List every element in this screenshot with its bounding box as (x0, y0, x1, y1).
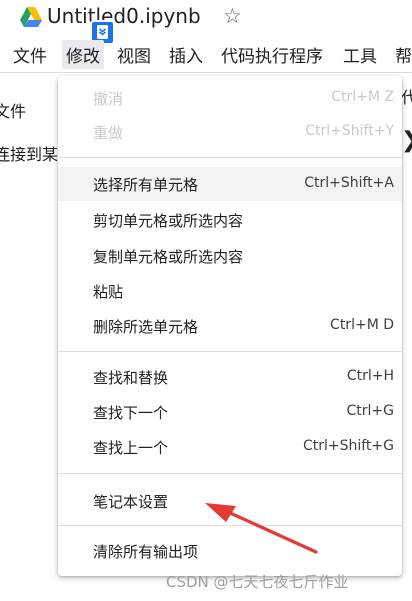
menu-help[interactable]: 帮 (395, 42, 412, 67)
star-icon[interactable]: ☆ (223, 4, 242, 28)
menu-separator (58, 525, 402, 526)
menu-item-label: 剪切单元格或所选内容 (93, 212, 244, 230)
menu-separator (58, 473, 402, 474)
menu-item-find-replace[interactable]: 查找和替换 Ctrl+H (58, 360, 402, 394)
google-drive-logo-icon (20, 7, 42, 27)
menu-separator (58, 351, 402, 352)
menu-item-label: 删除所选单元格 (93, 318, 199, 336)
menu-item-shortcut: Ctrl+M D (330, 317, 394, 333)
menu-item-label: 选择所有单元格 (93, 176, 199, 194)
menu-item-label: 查找下一个 (93, 404, 169, 422)
menu-item-label: 笔记本设置 (93, 493, 169, 511)
menu-item-label: 重做 (93, 124, 124, 142)
edit-dropdown-menu: 撤消 Ctrl+M Z 重做 Ctrl+Shift+Y 选择所有单元格 Ctrl… (58, 76, 402, 576)
background-connect-text: 连接到某 (0, 145, 59, 164)
menu-item-label: 查找和替换 (93, 369, 169, 387)
notebook-title[interactable]: Untitled0.ipynb (47, 4, 201, 28)
menu-view[interactable]: 视图 (117, 42, 151, 67)
menu-item-notebook-settings[interactable]: 笔记本设置 (58, 484, 402, 518)
menu-item-label: 撤消 (93, 90, 124, 108)
background-right-text: 代 (401, 88, 412, 107)
menu-item-shortcut: Ctrl+Shift+Y (305, 123, 394, 139)
menu-edit[interactable]: 修改 (62, 40, 104, 69)
menu-item-label: 粘贴 (93, 283, 124, 301)
menu-item-cut[interactable]: 剪切单元格或所选内容 (58, 203, 402, 237)
menu-item-shortcut: Ctrl+H (346, 368, 394, 384)
menu-bar: 文件 修改 视图 插入 代码执行程序 工具 帮 (0, 38, 412, 70)
menu-item-clear-all-outputs[interactable]: 清除所有输出项 (58, 534, 402, 568)
menu-item-shortcut: Ctrl+G (346, 403, 395, 419)
menubar-divider (0, 72, 412, 73)
menu-item-label: 复制单元格或所选内容 (93, 248, 244, 266)
menu-insert[interactable]: 插入 (169, 42, 203, 67)
menu-item-label: 查找上一个 (93, 439, 169, 457)
menu-tools[interactable]: 工具 (343, 42, 377, 67)
menu-item-shortcut: Ctrl+Shift+A (304, 175, 394, 191)
menu-item-paste[interactable]: 粘贴 (58, 274, 402, 308)
chevron-right-icon[interactable]: ❯ (401, 128, 412, 153)
menu-item-shortcut: Ctrl+Shift+G (302, 438, 394, 454)
menu-separator (58, 157, 402, 158)
menu-runtime[interactable]: 代码执行程序 (221, 42, 323, 67)
menu-item-delete-cells[interactable]: 删除所选单元格 Ctrl+M D (58, 309, 402, 343)
background-file-text: 文件 (0, 102, 27, 121)
csdn-watermark: CSDN @七天七夜七斤作业 (166, 573, 349, 591)
menu-item-redo[interactable]: 重做 Ctrl+Shift+Y (58, 115, 402, 149)
menu-item-shortcut: Ctrl+M Z (331, 89, 394, 105)
menu-item-find-previous[interactable]: 查找上一个 Ctrl+Shift+G (58, 430, 402, 464)
menu-item-find-next[interactable]: 查找下一个 Ctrl+G (58, 395, 402, 429)
menu-item-undo[interactable]: 撤消 Ctrl+M Z (58, 81, 402, 115)
menu-item-select-all-cells[interactable]: 选择所有单元格 Ctrl+Shift+A (58, 167, 402, 201)
menu-item-copy[interactable]: 复制单元格或所选内容 (58, 239, 402, 273)
menu-item-label: 清除所有输出项 (93, 543, 199, 561)
title-bar: Untitled0.ipynb ☆ (0, 0, 412, 45)
menu-file[interactable]: 文件 (13, 42, 47, 67)
